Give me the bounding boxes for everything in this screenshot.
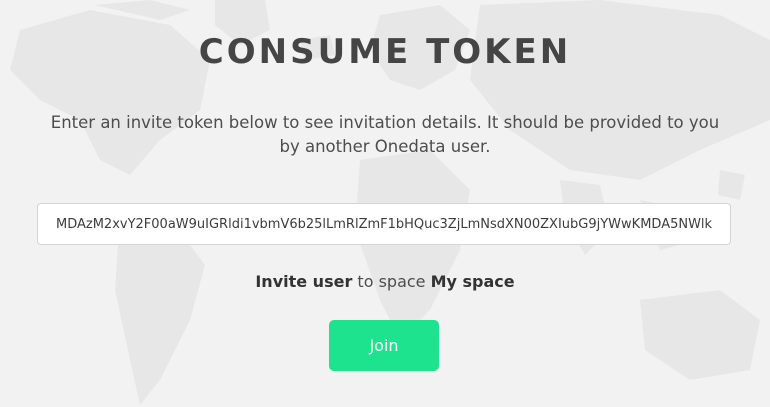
page-title: CONSUME TOKEN — [198, 32, 572, 72]
consume-token-panel: CONSUME TOKEN Enter an invite token belo… — [0, 0, 770, 407]
invitation-target: My space — [430, 272, 515, 291]
invitation-action: Invite user — [255, 272, 353, 291]
join-button[interactable]: Join — [329, 320, 439, 371]
token-input[interactable] — [37, 203, 731, 245]
invitation-summary: Invite user to space My space — [0, 272, 770, 291]
invitation-connector: to space — [357, 272, 426, 291]
page-description: Enter an invite token below to see invit… — [50, 113, 720, 156]
